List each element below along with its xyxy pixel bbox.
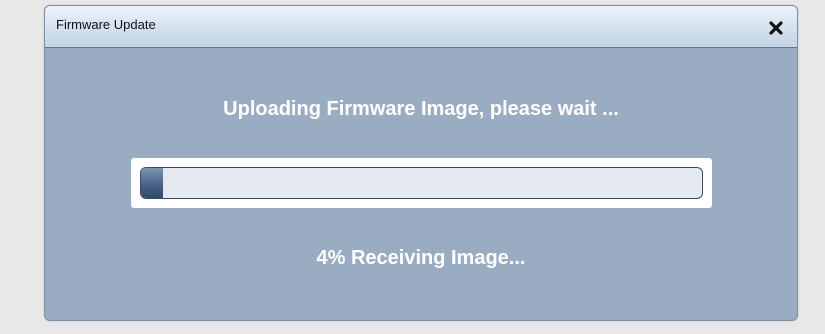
close-icon: [769, 21, 783, 35]
progress-bar-fill: [141, 168, 164, 198]
firmware-update-dialog: Firmware Update Uploading Firmware Image…: [44, 5, 798, 321]
progress-status-text: 4% Receiving Image...: [316, 247, 526, 269]
dialog-titlebar[interactable]: Firmware Update: [45, 6, 797, 48]
close-button[interactable]: [767, 19, 785, 37]
dialog-title: Firmware Update: [56, 17, 156, 32]
progress-bar-track: [140, 167, 703, 199]
upload-status-heading: Uploading Firmware Image, please wait ..…: [223, 98, 619, 120]
progress-bar-frame: [131, 158, 712, 208]
